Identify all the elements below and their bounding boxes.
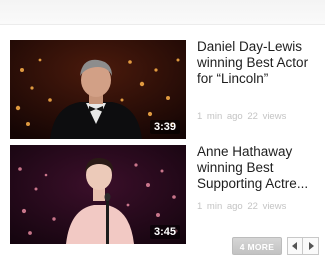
header-strip — [0, 0, 325, 25]
video-thumbnail[interactable]: 3:45 — [10, 145, 186, 244]
next-button[interactable] — [303, 237, 319, 255]
pagination-controls — [287, 237, 319, 255]
video-duration: 3:39 — [149, 120, 180, 134]
video-meta: 1 min ago 22 views — [197, 201, 287, 212]
video-meta: 1 min ago 22 views — [197, 111, 287, 122]
right-arrow-icon — [308, 242, 314, 250]
video-duration: 3:45 — [149, 225, 180, 239]
previous-button[interactable] — [287, 237, 303, 255]
left-arrow-icon — [292, 242, 297, 250]
video-thumbnail[interactable]: 3:39 — [10, 40, 186, 139]
video-title[interactable]: Anne Hathaway winning Best Supporting Ac… — [197, 144, 325, 192]
video-item[interactable]: 3:45 Anne Hathaway winning Best Supporti… — [10, 144, 320, 245]
video-item[interactable]: 3:39 Daniel Day-Lewis winning Best Actor… — [10, 39, 320, 140]
video-title[interactable]: Daniel Day-Lewis winning Best Actor for … — [197, 39, 325, 87]
more-videos-button[interactable]: 4 MORE — [232, 237, 282, 255]
